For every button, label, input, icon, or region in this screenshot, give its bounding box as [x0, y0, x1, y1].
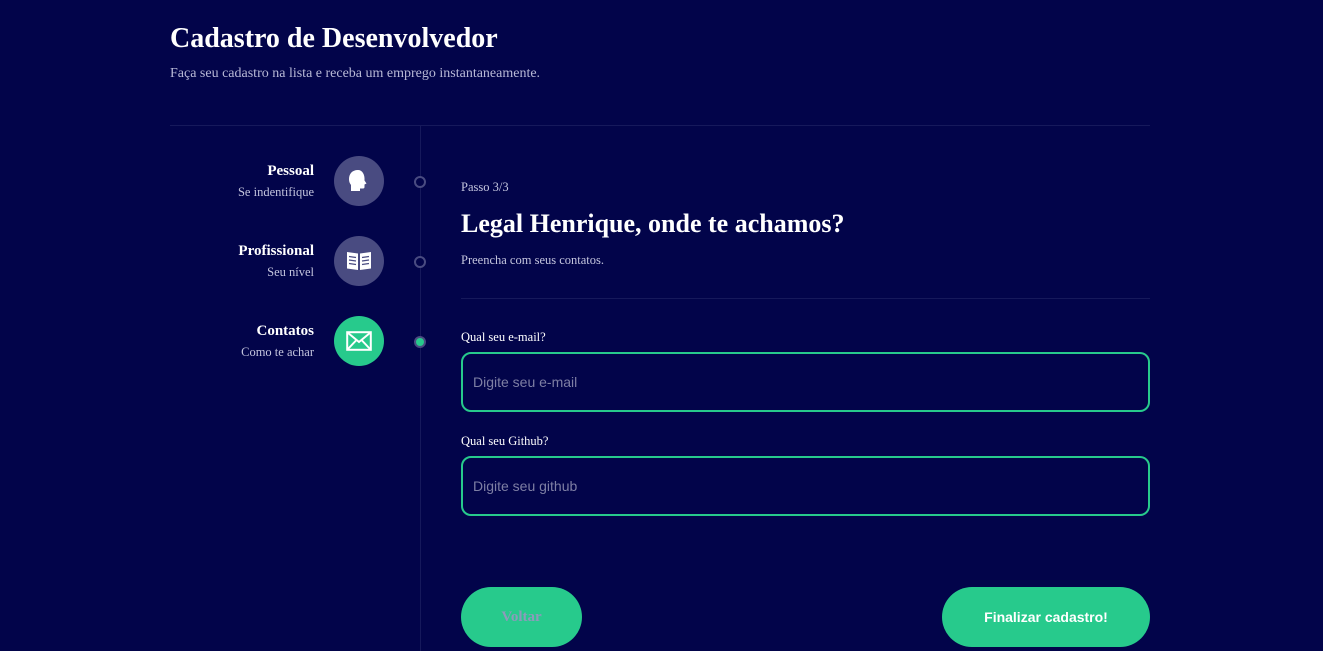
- step-title: Pessoal: [267, 163, 314, 179]
- steps-timeline-line: [420, 126, 421, 651]
- step-title: Profissional: [238, 243, 314, 259]
- head-icon: [349, 170, 367, 191]
- step-subtitle: Se indentifique: [237, 185, 314, 199]
- mail-icon: [346, 331, 372, 351]
- timeline-dot-profissional: [414, 256, 426, 268]
- step-icon-circle: [334, 236, 384, 286]
- github-label: Qual seu Github?: [461, 434, 549, 448]
- page-title: Cadastro de Desenvolvedor: [170, 23, 498, 54]
- step-icon-circle: [334, 316, 384, 366]
- page-subtitle: Faça seu cadastro na lista e receba um e…: [170, 66, 541, 81]
- step-subtitle: Seu nível: [267, 265, 314, 279]
- email-label: Qual seu e-mail?: [461, 330, 546, 344]
- step-icon-circle: [334, 156, 384, 206]
- timeline-dot-pessoal: [414, 176, 426, 188]
- header-divider: [170, 125, 1150, 126]
- finish-button[interactable]: Finalizar cadastro!: [942, 587, 1150, 647]
- back-button[interactable]: Voltar: [461, 587, 582, 647]
- step-profissional[interactable]: Profissional Seu nível: [170, 236, 384, 286]
- step-indicator: Passo 3/3: [461, 180, 509, 194]
- github-field[interactable]: [461, 456, 1150, 516]
- form-title: Legal Henrique, onde te achamos?: [461, 209, 845, 238]
- step-subtitle: Como te achar: [241, 345, 314, 359]
- step-title: Contatos: [256, 323, 314, 339]
- step-pessoal[interactable]: Pessoal Se indentifique: [170, 156, 384, 206]
- form-panel: Passo 3/3 Legal Henrique, onde te achamo…: [461, 180, 1150, 268]
- book-icon: [347, 252, 371, 270]
- email-field[interactable]: [461, 352, 1150, 412]
- timeline-dot-contatos: [414, 336, 426, 348]
- page-header: Cadastro de Desenvolvedor Faça seu cadas…: [170, 22, 540, 82]
- step-contatos[interactable]: Contatos Como te achar: [170, 316, 384, 366]
- form-divider: [461, 298, 1150, 299]
- form-description: Preencha com seus contatos.: [461, 253, 605, 267]
